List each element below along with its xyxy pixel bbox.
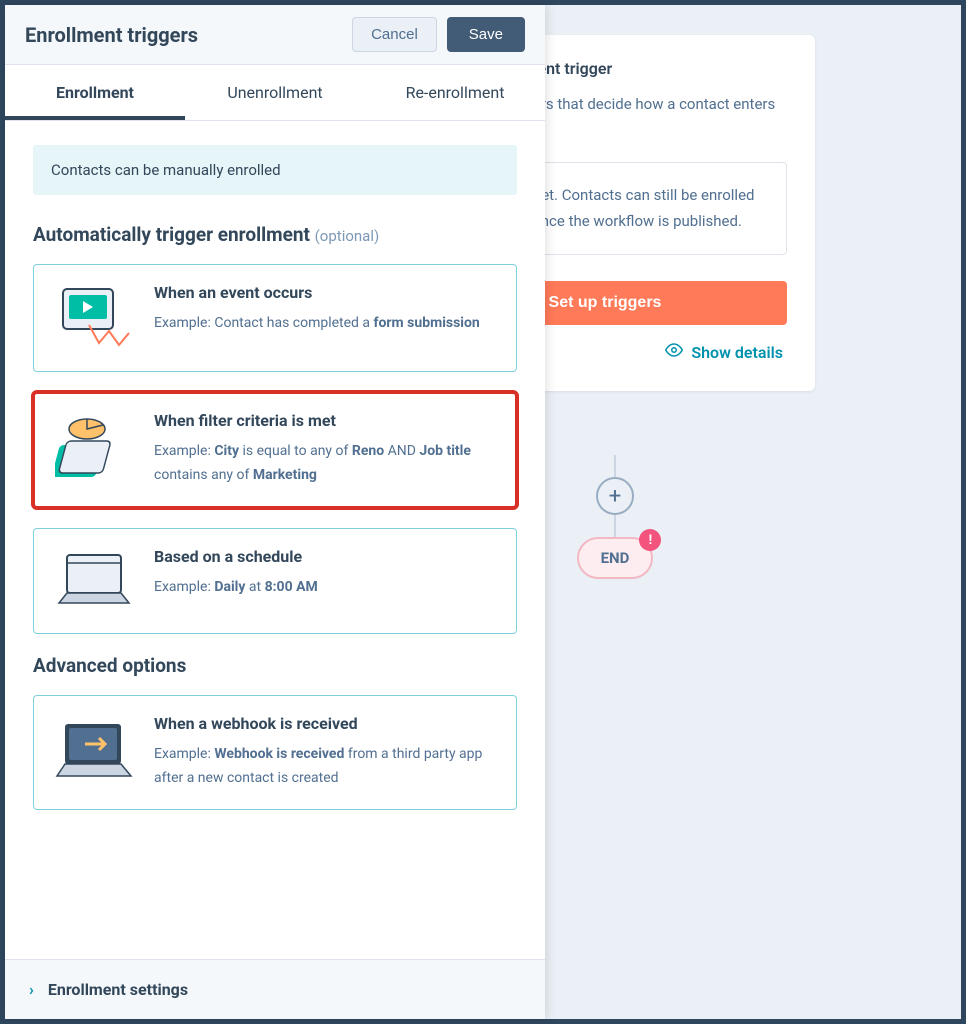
enrollment-panel: Enrollment triggers Cancel Save Enrollme… — [5, 5, 545, 1019]
heading-text: Automatically trigger enrollment — [33, 223, 310, 246]
card-title: When an event occurs — [154, 283, 480, 302]
enrollment-settings-row[interactable]: › Enrollment settings — [5, 959, 545, 1019]
panel-body: Contacts can be manually enrolled Automa… — [5, 121, 545, 959]
card-example: Example: Daily at 8:00 AM — [154, 576, 318, 600]
card-text: When filter criteria is met Example: Cit… — [154, 411, 498, 489]
card-text: When an event occurs Example: Contact ha… — [154, 283, 480, 353]
trigger-option-schedule[interactable]: Based on a schedule Example: Daily at 8:… — [33, 528, 517, 634]
trigger-option-webhook[interactable]: When a webhook is received Example: Webh… — [33, 695, 517, 810]
webhook-icon — [52, 714, 136, 791]
cancel-button[interactable]: Cancel — [352, 17, 437, 52]
panel-tabs: Enrollment Unenrollment Re-enrollment — [5, 65, 545, 121]
card-title: When a webhook is received — [154, 714, 498, 733]
card-text: Based on a schedule Example: Daily at 8:… — [154, 547, 318, 615]
connector-line — [614, 455, 616, 477]
eye-icon — [665, 341, 683, 363]
event-icon — [52, 283, 136, 353]
add-step-button[interactable]: + — [596, 477, 634, 515]
card-example: Example: City is equal to any of Reno AN… — [154, 440, 498, 488]
card-title: When filter criteria is met — [154, 411, 498, 430]
manual-enroll-banner: Contacts can be manually enrolled — [33, 145, 517, 195]
tab-reenrollment[interactable]: Re-enrollment — [365, 65, 545, 120]
schedule-icon — [52, 547, 136, 615]
tab-unenrollment[interactable]: Unenrollment — [185, 65, 365, 120]
end-node[interactable]: END ! — [577, 537, 654, 579]
filter-icon — [52, 411, 136, 489]
card-title: Based on a schedule — [154, 547, 318, 566]
show-details-label: Show details — [691, 343, 783, 362]
card-text: When a webhook is received Example: Webh… — [154, 714, 498, 791]
panel-header: Enrollment triggers Cancel Save — [5, 5, 545, 65]
header-actions: Cancel Save — [352, 17, 525, 52]
end-label: END — [601, 549, 630, 567]
trigger-option-event[interactable]: When an event occurs Example: Contact ha… — [33, 264, 517, 372]
tab-enrollment[interactable]: Enrollment — [5, 65, 185, 120]
card-example: Example: Webhook is received from a thir… — [154, 743, 498, 791]
chevron-right-icon: › — [29, 980, 34, 999]
alert-icon: ! — [639, 529, 661, 551]
card-example: Example: Contact has completed a form su… — [154, 312, 480, 336]
optional-label: (optional) — [315, 227, 380, 245]
trigger-option-filter[interactable]: When filter criteria is met Example: Cit… — [33, 392, 517, 508]
enrollment-settings-label: Enrollment settings — [48, 980, 188, 999]
connector-line — [614, 515, 616, 537]
panel-title: Enrollment triggers — [25, 23, 198, 47]
workflow-flow: + END ! — [565, 455, 665, 579]
advanced-options-heading: Advanced options — [33, 654, 517, 677]
save-button[interactable]: Save — [447, 17, 525, 52]
auto-trigger-heading: Automatically trigger enrollment (option… — [33, 223, 517, 246]
